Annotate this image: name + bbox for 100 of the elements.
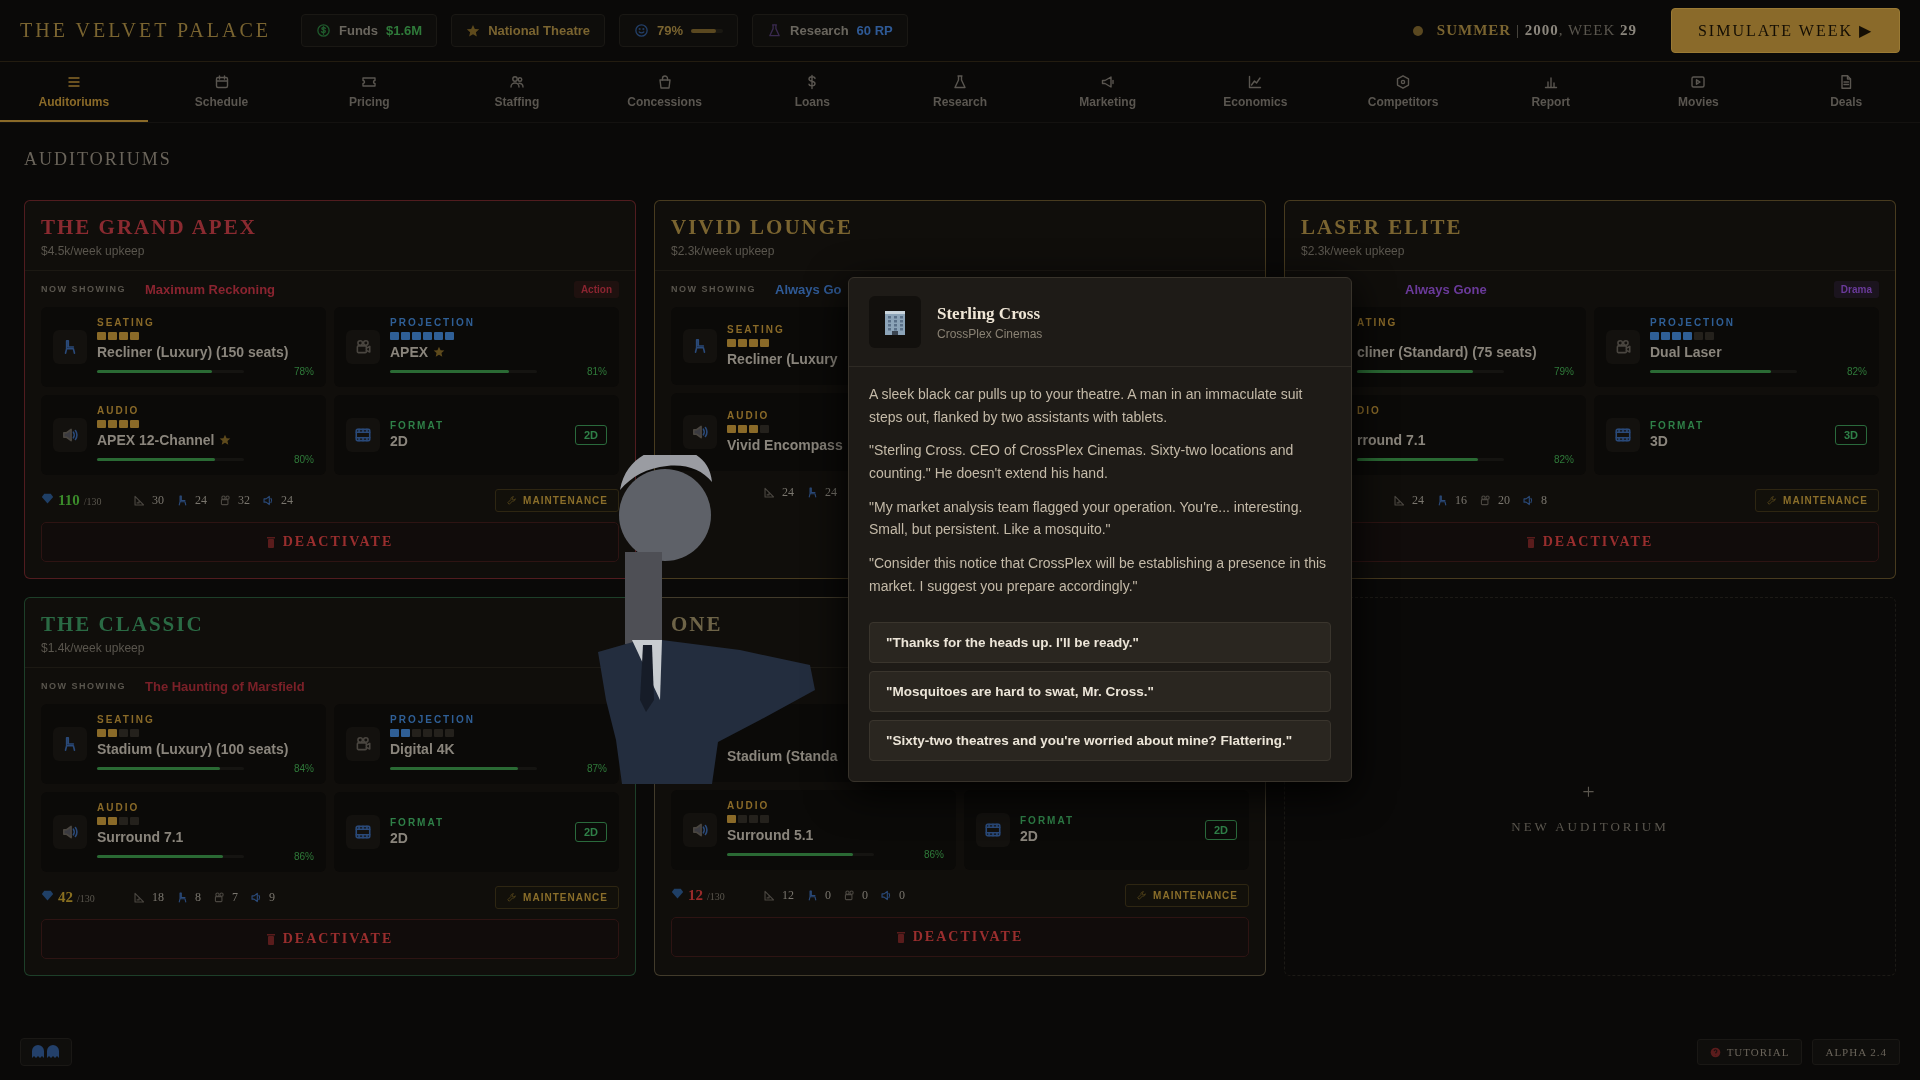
module-label: AUDIO [727, 410, 770, 422]
module-value: Digital 4K [390, 740, 455, 758]
score-value: 42 [58, 889, 73, 906]
genre-tag: Drama [1833, 280, 1879, 298]
stat-label: Research [790, 23, 849, 38]
stat-value: 16 [1455, 493, 1467, 508]
module-label: FORMAT [390, 817, 445, 829]
auditorium-title: ONE [671, 612, 724, 637]
auditorium-title: VIVID LOUNGE [671, 215, 855, 240]
condition-percent: 86% [924, 848, 944, 860]
module-label: SEATING [727, 324, 785, 336]
company-name: CrossPlex Cinemas [937, 326, 1043, 341]
stat-value: 24 [281, 493, 293, 508]
module-value: rround 7.1 [1357, 431, 1426, 449]
condition-percent: 80% [294, 453, 314, 465]
module-label: ATING [1357, 317, 1398, 329]
upkeep-text: $1.4k/week upkeep [41, 641, 146, 657]
module-value: Stadium (Standa [727, 747, 838, 765]
condition-percent: 86% [294, 850, 314, 862]
upkeep-text: $4.5k/week upkeep [41, 244, 146, 260]
speaker-name: Sterling Cross [937, 303, 1042, 324]
condition-percent: 78% [294, 365, 314, 377]
module-value: APEX 12-Channel [97, 431, 215, 449]
module-label: AUDIO [97, 405, 140, 417]
module-value: Stadium (Luxury) (100 seats) [97, 740, 289, 758]
condition-percent: 84% [294, 762, 314, 774]
auditorium-title: THE CLASSIC [41, 612, 205, 637]
module-label: FORMAT [390, 420, 445, 432]
stat-value: 20 [1498, 493, 1510, 508]
module-value: Surround 5.1 [727, 826, 814, 844]
date-text: SUMMER | 2000, WEEK 29 [1436, 22, 1637, 39]
upkeep-text: $2.3k/week upkeep [1301, 244, 1406, 260]
now-showing-label: NOW SHOWING [41, 681, 127, 691]
stat-value: 12 [782, 888, 794, 903]
genre-tag: Action [573, 280, 619, 298]
stat-value: 9 [269, 890, 275, 905]
condition-percent: 81% [587, 365, 607, 377]
format-badge: 2D [574, 822, 607, 842]
stat-value: 0 [862, 888, 868, 903]
score-max: /130 [77, 893, 95, 904]
module-label: PROJECTION [390, 317, 475, 329]
condition-percent: 82% [1847, 365, 1867, 377]
score-max: /130 [83, 496, 102, 507]
condition-percent: 82% [1554, 453, 1574, 465]
format-badge: 3D [1834, 425, 1867, 445]
module-value: cliner (Standard) (75 seats) [1357, 343, 1537, 361]
stat-label: Funds [339, 23, 379, 38]
dialog-paragraph: "Sterling Cross. CEO of CrossPlex Cinemas. Sixty-two locations and counting." He doesn't extend his hand. [869, 441, 1295, 483]
stat-value: $1.6M [386, 23, 423, 38]
stat-value: 60 RP [856, 23, 893, 38]
module-label: DIO [1357, 405, 1381, 417]
score-value: 110 [58, 492, 80, 509]
format-badge: 2D [1204, 820, 1237, 840]
stat-value: 24 [782, 485, 794, 500]
condition-percent: 79% [1554, 365, 1574, 377]
module-value: Surround 7.1 [97, 828, 184, 846]
score-value: 12 [688, 887, 703, 904]
module-label: SEATING [97, 317, 155, 329]
module-value: 3D [1650, 432, 1668, 450]
module-label: PROJECTION [1650, 317, 1735, 329]
upkeep-text: $2.3k/week upkeep [671, 244, 776, 260]
module-value: APEX [390, 343, 429, 361]
module-value: 2D [390, 829, 408, 847]
format-badge: 2D [574, 425, 607, 445]
module-label: FORMAT [1020, 815, 1075, 827]
stat-value: 0 [899, 888, 905, 903]
stat-value: 24 [1412, 493, 1424, 508]
stat-value: 8 [195, 890, 201, 905]
score-max: /130 [707, 891, 725, 902]
auditorium-title: LASER ELITE [1301, 215, 1464, 240]
module-value: Vivid Encompass [727, 436, 843, 454]
module-value: Recliner (Luxury [727, 350, 838, 368]
game-title: THE VELVET PALACE [20, 19, 272, 42]
now-showing-label: NOW SHOWING [41, 284, 127, 294]
module-label: AUDIO [97, 802, 140, 814]
module-value: 2D [390, 432, 408, 450]
stat-value: 0 [825, 888, 831, 903]
stat-value: 24 [195, 493, 207, 508]
stat-value: 32 [238, 493, 250, 508]
dialog-paragraph: A sleek black car pulls up to your theatre. A man in an immaculate suit steps out, flanked by two assistants with tablets. [869, 385, 1304, 427]
version-badge: ALPHA 2.4 [1812, 1039, 1900, 1065]
module-label: AUDIO [727, 800, 770, 812]
dialog-paragraph: "My market analysis team flagged your operation. You're... interesting. Small, but persistent. Like a mosquito." [869, 497, 1304, 540]
module-value: 2D [1020, 827, 1038, 845]
now-showing-label: NOW SHOWING [671, 284, 757, 294]
section-title: AUDITORIUMS [24, 149, 173, 170]
stat-value: 18 [152, 890, 164, 905]
module-value: Recliner (Luxury) (150 seats) [97, 343, 289, 361]
module-label: FORMAT [1650, 420, 1705, 432]
stat-value: 79% [657, 23, 684, 38]
auditorium-title: THE GRAND APEX [41, 215, 258, 240]
module-label: PROJECTION [390, 714, 475, 726]
condition-percent: 87% [587, 762, 607, 774]
stat-value: 7 [232, 890, 238, 905]
stat-value: 30 [152, 493, 164, 508]
stat-value: 8 [1541, 493, 1547, 508]
stat-value: National Theatre [488, 23, 591, 38]
module-label: SEATING [97, 714, 155, 726]
module-value: Dual Laser [1650, 343, 1722, 361]
stat-value: 24 [825, 485, 837, 500]
